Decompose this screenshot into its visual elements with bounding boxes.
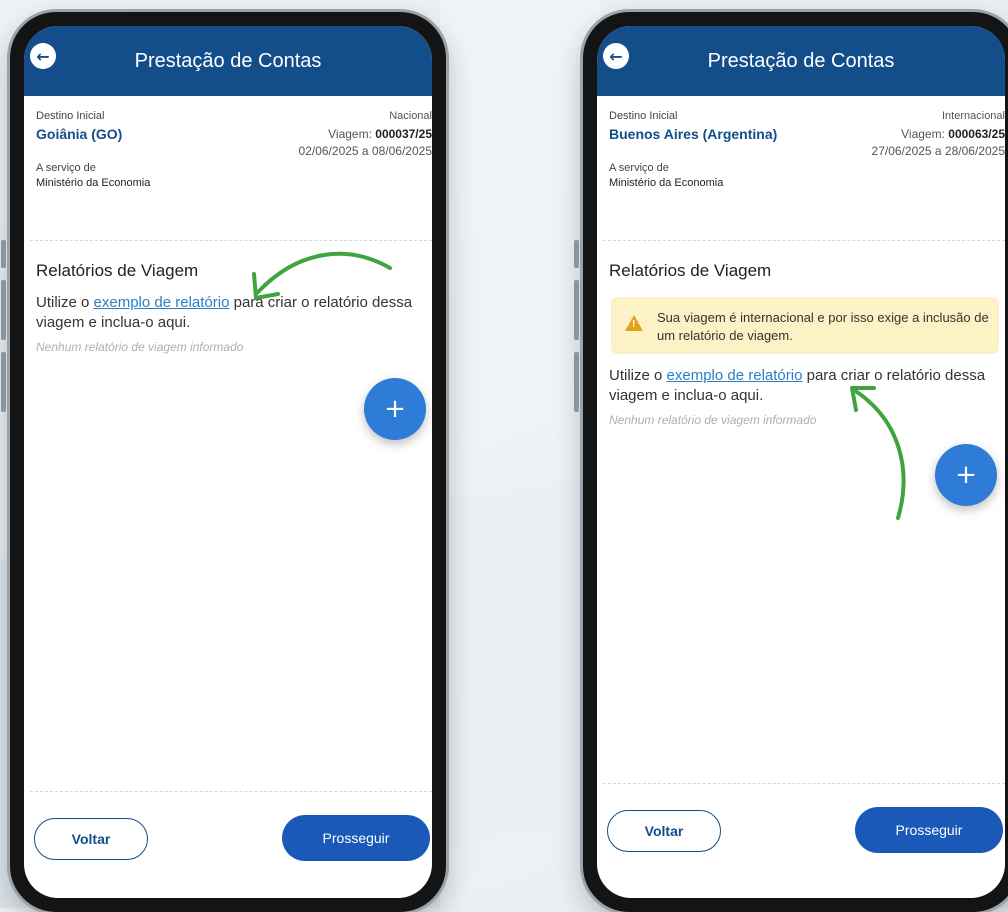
report-hint: Utilize o exemplo de relatório para cria… <box>36 293 432 334</box>
trip-dates: 02/06/2025 a 08/06/2025 <box>298 144 432 158</box>
warning-text: Sua viagem é internacional e por isso ex… <box>657 310 989 343</box>
international-warning: ! Sua viagem é internacional e por isso … <box>611 297 999 355</box>
trip-number-line: Viagem: 000063/25 <box>872 127 1005 141</box>
app-screen: ← Prestação de Contas Destino Inicial Go… <box>24 26 432 898</box>
empty-state-text: Nenhum relatório de viagem informado <box>609 412 817 427</box>
section-title: Relatórios de Viagem <box>36 261 199 280</box>
trip-dates: 27/06/2025 a 28/06/2025 <box>871 144 1005 158</box>
reports-section: Relatórios de Viagem ! Sua viagem é inte… <box>597 241 1005 427</box>
add-report-button[interactable]: + <box>364 378 426 440</box>
app-header: ← Prestação de Contas <box>24 26 432 96</box>
page-title: Prestação de Contas <box>134 49 322 72</box>
trip-info: Destino Inicial Goiânia (GO) A serviço d… <box>24 96 432 240</box>
phone-side-button <box>1 280 6 340</box>
phone-side-button <box>1 352 6 412</box>
trip-number: 000037/25 <box>375 127 432 141</box>
trip-number: 000063/25 <box>948 127 1005 141</box>
app-screen: ← Prestação de Contas Destino Inicial Bu… <box>597 26 1005 898</box>
service-value: Ministério da Economia <box>609 177 724 189</box>
phone-side-button <box>574 352 579 412</box>
trip-details: Nacional Viagem: 000037/25 02/06/2025 a … <box>299 110 432 158</box>
phone-mockup-national: ← Prestação de Contas Destino Inicial Go… <box>1 12 446 912</box>
add-report-button[interactable]: + <box>935 444 997 506</box>
phone-side-button <box>574 240 579 268</box>
back-arrow-icon[interactable]: ← <box>603 43 629 69</box>
phone-side-button <box>574 280 579 340</box>
example-report-link[interactable]: exemplo de relatório <box>94 294 230 311</box>
section-title: Relatórios de Viagem <box>609 261 772 280</box>
footer-divider <box>603 783 1005 784</box>
phone-side-button <box>1 240 6 268</box>
footer-divider <box>30 791 432 792</box>
warning-triangle-icon: ! <box>625 315 643 331</box>
footer <box>24 791 432 792</box>
plus-icon: + <box>955 460 977 490</box>
example-report-link[interactable]: exemplo de relatório <box>667 367 803 384</box>
service-label: A serviço de <box>609 162 669 174</box>
continue-button[interactable]: Prosseguir <box>282 815 430 861</box>
trip-type: Nacional <box>389 110 432 122</box>
reports-section: Relatórios de Viagem Utilize o exemplo d… <box>24 241 432 354</box>
back-button[interactable]: Voltar <box>34 818 148 860</box>
trip-info: Destino Inicial Buenos Aires (Argentina)… <box>597 96 1005 240</box>
trip-number-line: Viagem: 000037/25 <box>299 127 432 141</box>
empty-state-text: Nenhum relatório de viagem informado <box>36 339 244 354</box>
hint-text: Utilize o <box>36 294 94 311</box>
trip-label: Viagem: <box>328 127 372 141</box>
continue-button[interactable]: Prosseguir <box>855 807 1003 853</box>
background-highlight <box>440 0 600 908</box>
back-button[interactable]: Voltar <box>607 810 721 852</box>
trip-type: Internacional <box>942 110 1005 122</box>
trip-label: Viagem: <box>901 127 945 141</box>
footer <box>597 783 1005 784</box>
service-label: A serviço de <box>36 162 96 174</box>
back-arrow-icon[interactable]: ← <box>30 43 56 69</box>
phone-mockup-international: ← Prestação de Contas Destino Inicial Bu… <box>574 12 1008 912</box>
plus-icon: + <box>384 394 406 424</box>
hint-text: Utilize o <box>609 367 667 385</box>
app-header: ← Prestação de Contas <box>597 26 1005 96</box>
service-value: Ministério da Economia <box>36 177 151 189</box>
page-title: Prestação de Contas <box>707 49 895 72</box>
trip-details: Internacional Viagem: 000063/25 27/06/20… <box>872 110 1005 158</box>
report-hint: Utilize o exemplo de relatório para cria… <box>609 366 1005 407</box>
